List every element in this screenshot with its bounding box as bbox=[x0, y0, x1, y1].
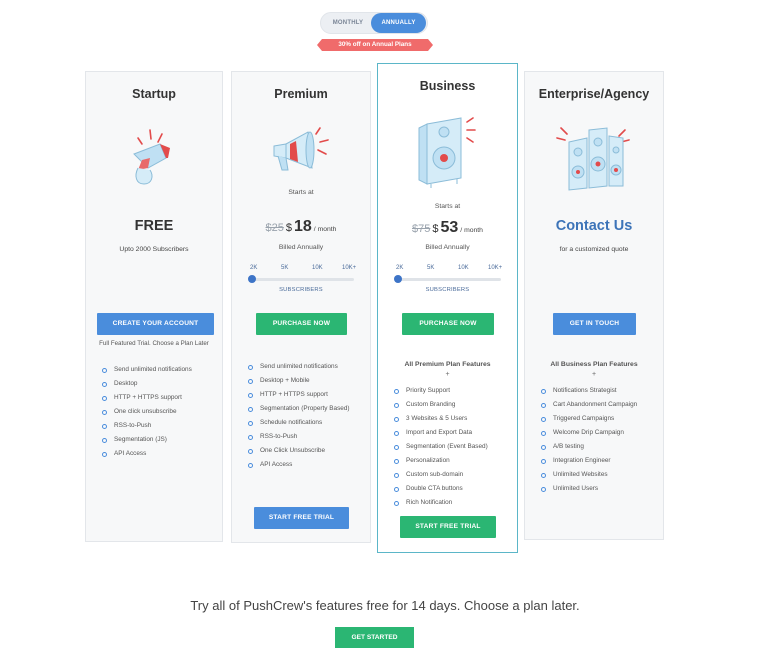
slider-track[interactable] bbox=[398, 278, 501, 281]
starts-at-label: Starts at bbox=[288, 189, 314, 196]
price-period: / month bbox=[460, 227, 483, 234]
list-item: Segmentation (Event Based) bbox=[393, 440, 488, 454]
list-item: Notifications Strategist bbox=[540, 384, 637, 398]
plan-card-business: Business Starts at $75 $53/ month Billed … bbox=[377, 63, 518, 553]
slider-tick: 10K bbox=[312, 265, 323, 271]
list-item: 3 Websites & 5 Users bbox=[393, 412, 488, 426]
old-price: $75 bbox=[412, 223, 431, 235]
features-heading: All Premium Plan Features bbox=[404, 361, 491, 368]
list-item: Unlimited Users bbox=[540, 482, 637, 496]
list-item: Import and Export Data bbox=[393, 426, 488, 440]
list-item: Cart Abandonment Campaign bbox=[540, 398, 637, 412]
whistle-icon bbox=[124, 124, 184, 190]
plan-title: Startup bbox=[132, 87, 176, 101]
speaker-icon bbox=[413, 114, 483, 190]
billed-annually: Billed Annually bbox=[278, 244, 324, 251]
old-price: $25 bbox=[265, 222, 284, 234]
list-item: Segmentation (Property Based) bbox=[247, 402, 350, 416]
subscribers-slider[interactable]: 2K 5K 10K 10K+ SUBSCRIBERS bbox=[394, 265, 503, 295]
plus-sign: + bbox=[445, 371, 450, 378]
plus-sign: + bbox=[591, 371, 597, 378]
start-free-trial-button[interactable]: START FREE TRIAL bbox=[254, 507, 349, 529]
price-period: / month bbox=[313, 226, 337, 233]
list-item: Schedule notifications bbox=[247, 416, 350, 430]
billing-toggle[interactable]: MONTHLY ANNUALLY bbox=[320, 12, 428, 34]
slider-label: SUBSCRIBERS bbox=[279, 287, 323, 293]
list-item: RSS-to-Push bbox=[101, 419, 192, 433]
list-item: Desktop bbox=[101, 377, 192, 391]
currency: $ bbox=[285, 222, 292, 234]
list-item: HTTP + HTTPS support bbox=[101, 391, 192, 405]
slider-tick: 10K+ bbox=[342, 265, 357, 271]
price-amount: 18 bbox=[294, 218, 312, 235]
plan-card-startup: Startup FREE Upto 2000 Subscribers CREAT… bbox=[85, 71, 223, 542]
create-account-button[interactable]: CREATE YOUR ACCOUNT bbox=[97, 313, 214, 335]
feature-list: Send unlimited notifications Desktop + M… bbox=[247, 360, 350, 472]
plan-card-enterprise: Enterprise/Agency Contact Us for a custo… bbox=[524, 71, 664, 540]
monthly-option[interactable]: MONTHLY bbox=[323, 13, 373, 33]
list-item: Rich Notification bbox=[393, 496, 488, 510]
quote-note: for a customized quote bbox=[559, 246, 629, 253]
starts-at-label: Starts at bbox=[434, 203, 461, 210]
features-heading: All Business Plan Features bbox=[550, 361, 638, 368]
get-in-touch-button[interactable]: GET IN TOUCH bbox=[553, 313, 636, 335]
slider-handle[interactable] bbox=[248, 275, 256, 283]
billed-annually: Billed Annually bbox=[425, 244, 470, 251]
list-item: Custom sub-domain bbox=[393, 468, 488, 482]
megaphone-icon bbox=[266, 124, 336, 180]
speaker-stack-icon bbox=[555, 122, 633, 192]
slider-label: SUBSCRIBERS bbox=[425, 287, 470, 293]
price-amount: 53 bbox=[440, 219, 459, 236]
list-item: Send unlimited notifications bbox=[101, 363, 192, 377]
get-started-button[interactable]: GET STARTED bbox=[335, 627, 414, 648]
currency: $ bbox=[432, 223, 439, 235]
feature-list: Priority Support Custom Branding 3 Websi… bbox=[393, 384, 488, 510]
list-item: A/B testing bbox=[540, 440, 637, 454]
contact-us: Contact Us bbox=[555, 218, 633, 234]
list-item: Custom Branding bbox=[393, 398, 488, 412]
list-item: Integration Engineer bbox=[540, 454, 637, 468]
plan-card-premium: Premium Starts at $25 $18/ month Billed A… bbox=[231, 71, 371, 543]
list-item: RSS-to-Push bbox=[247, 430, 350, 444]
trial-tagline: Try all of PushCrew's features free for … bbox=[190, 598, 580, 613]
list-item: Welcome Drip Campaign bbox=[540, 426, 637, 440]
price: $75 $53/ month bbox=[378, 219, 517, 237]
purchase-now-button[interactable]: PURCHASE NOW bbox=[402, 313, 494, 335]
slider-handle[interactable] bbox=[394, 275, 402, 283]
list-item: API Access bbox=[101, 447, 192, 461]
list-item: HTTP + HTTPS support bbox=[247, 388, 350, 402]
slider-tick: 10K+ bbox=[488, 265, 503, 271]
list-item: One Click Unsubscribe bbox=[247, 444, 350, 458]
subscribers-slider[interactable]: 2K 5K 10K 10K+ SUBSCRIBERS bbox=[248, 265, 357, 295]
slider-tick: 2K bbox=[250, 265, 258, 271]
list-item: Unlimited Websites bbox=[540, 468, 637, 482]
discount-ribbon: 30% off on Annual Plans bbox=[317, 39, 433, 51]
slider-tick: 5K bbox=[427, 265, 435, 271]
plan-title: Enterprise/Agency bbox=[538, 87, 650, 101]
list-item: Priority Support bbox=[393, 384, 488, 398]
feature-list: Notifications Strategist Cart Abandonmen… bbox=[540, 384, 637, 496]
subscriber-limit: Upto 2000 Subscribers bbox=[119, 246, 189, 253]
list-item: Send unlimited notifications bbox=[247, 360, 350, 374]
start-free-trial-button[interactable]: START FREE TRIAL bbox=[400, 516, 496, 538]
list-item: Personalization bbox=[393, 454, 488, 468]
slider-tick: 10K bbox=[458, 265, 469, 271]
list-item: One click unsubscribe bbox=[101, 405, 192, 419]
trial-note: Full Featured Trial. Choose a Plan Later bbox=[99, 340, 209, 347]
plan-title: Premium bbox=[274, 87, 328, 101]
list-item: Double CTA buttons bbox=[393, 482, 488, 496]
slider-track[interactable] bbox=[252, 278, 354, 281]
list-item: API Access bbox=[247, 458, 350, 472]
price: $25 $18/ month bbox=[232, 218, 370, 236]
purchase-now-button[interactable]: PURCHASE NOW bbox=[256, 313, 347, 335]
slider-tick: 5K bbox=[281, 265, 289, 271]
plan-title: Business bbox=[419, 79, 476, 93]
price-free: FREE bbox=[134, 218, 174, 234]
feature-list: Send unlimited notifications Desktop HTT… bbox=[101, 363, 192, 461]
list-item: Desktop + Mobile bbox=[247, 374, 350, 388]
slider-tick: 2K bbox=[396, 265, 404, 271]
list-item: Triggered Campaigns bbox=[540, 412, 637, 426]
annually-option[interactable]: ANNUALLY bbox=[371, 13, 426, 33]
list-item: Segmentation (JS) bbox=[101, 433, 192, 447]
